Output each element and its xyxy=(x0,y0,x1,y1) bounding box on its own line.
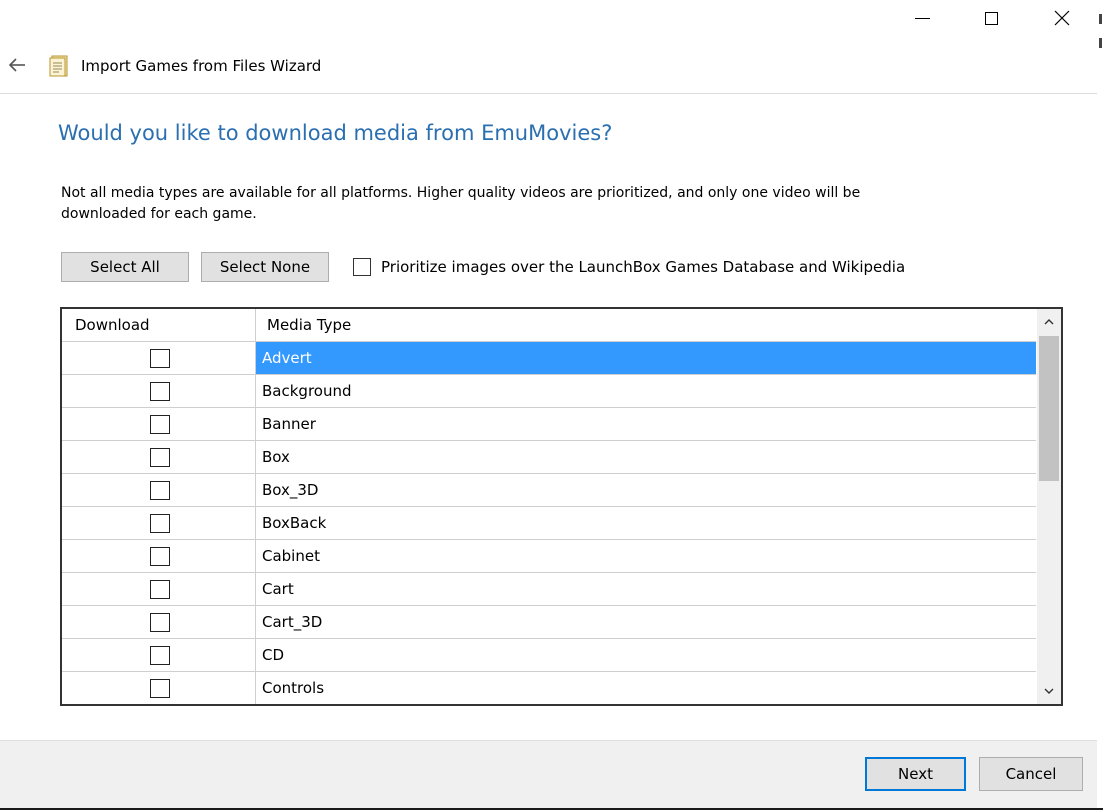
table-row[interactable]: Cart_3D xyxy=(62,606,1036,639)
select-all-button[interactable]: Select All xyxy=(61,252,189,282)
download-cell xyxy=(62,441,256,473)
prioritize-images-option[interactable]: Prioritize images over the LaunchBox Gam… xyxy=(353,258,905,276)
chevron-down-icon xyxy=(1044,688,1054,694)
download-cell xyxy=(62,606,256,638)
wizard-window: Import Games from Files Wizard Would you… xyxy=(0,0,1098,809)
download-cell xyxy=(62,540,256,572)
media-type-cell[interactable]: Box_3D xyxy=(256,474,1036,506)
table-row[interactable]: Advert xyxy=(62,342,1036,375)
download-checkbox[interactable] xyxy=(149,612,170,632)
table-row[interactable]: Controls xyxy=(62,672,1036,704)
download-checkbox[interactable] xyxy=(149,513,170,533)
download-cell xyxy=(62,672,256,704)
page-heading: Would you like to download media from Em… xyxy=(58,121,613,145)
download-cell xyxy=(62,639,256,671)
download-checkbox[interactable] xyxy=(149,579,170,599)
table-row[interactable]: Cart xyxy=(62,573,1036,606)
grid-header: Download Media Type xyxy=(62,309,1036,342)
minimize-button[interactable] xyxy=(899,0,945,36)
media-type-cell[interactable]: Box xyxy=(256,441,1036,473)
media-type-cell[interactable]: CD xyxy=(256,639,1036,671)
table-row[interactable]: Box xyxy=(62,441,1036,474)
next-button[interactable]: Next xyxy=(865,757,966,791)
back-button[interactable] xyxy=(6,55,28,75)
download-cell xyxy=(62,375,256,407)
media-type-grid: Download Media Type Advert Background Bann… xyxy=(60,307,1063,706)
media-type-cell[interactable]: Banner xyxy=(256,408,1036,440)
media-type-cell[interactable]: Background xyxy=(256,375,1036,407)
download-checkbox[interactable] xyxy=(149,645,170,665)
maximize-icon xyxy=(984,11,998,25)
media-type-cell[interactable]: Controls xyxy=(256,672,1036,704)
media-type-cell[interactable]: BoxBack xyxy=(256,507,1036,539)
download-cell xyxy=(62,342,256,374)
page-description: Not all media types are available for al… xyxy=(61,185,861,222)
prioritize-images-checkbox[interactable] xyxy=(353,258,371,276)
scroll-down-button[interactable] xyxy=(1037,678,1061,704)
minimize-icon xyxy=(914,18,930,19)
download-cell xyxy=(62,474,256,506)
column-header-media-type[interactable]: Media Type xyxy=(256,309,1036,341)
table-row[interactable]: Cabinet xyxy=(62,540,1036,573)
scrollbar-thumb[interactable] xyxy=(1039,336,1059,481)
close-icon xyxy=(1054,10,1070,26)
table-row[interactable]: Background xyxy=(62,375,1036,408)
media-type-cell[interactable]: Advert xyxy=(256,342,1036,374)
cancel-button[interactable]: Cancel xyxy=(979,757,1083,791)
window-title: Import Games from Files Wizard xyxy=(81,57,322,75)
grid-rows: Advert Background Banner Box Box_3D BoxBack Ca… xyxy=(62,342,1036,704)
background-mark xyxy=(1099,14,1102,24)
back-arrow-icon xyxy=(8,58,25,72)
download-cell xyxy=(62,507,256,539)
media-type-cell[interactable]: Cabinet xyxy=(256,540,1036,572)
download-cell xyxy=(62,573,256,605)
download-cell xyxy=(62,408,256,440)
column-header-download[interactable]: Download xyxy=(62,309,256,341)
download-checkbox[interactable] xyxy=(149,678,170,698)
maximize-button[interactable] xyxy=(968,0,1014,36)
chevron-up-icon xyxy=(1044,319,1054,325)
prioritize-images-label: Prioritize images over the LaunchBox Gam… xyxy=(381,258,906,276)
download-checkbox[interactable] xyxy=(149,414,170,434)
vertical-scrollbar[interactable] xyxy=(1037,309,1061,704)
media-type-cell[interactable]: Cart_3D xyxy=(256,606,1036,638)
select-none-button[interactable]: Select None xyxy=(201,252,329,282)
table-row[interactable]: BoxBack xyxy=(62,507,1036,540)
table-row[interactable]: Box_3D xyxy=(62,474,1036,507)
background-strip xyxy=(1097,0,1103,810)
table-row[interactable]: CD xyxy=(62,639,1036,672)
download-checkbox[interactable] xyxy=(149,480,170,500)
close-button[interactable] xyxy=(1039,0,1085,36)
download-checkbox[interactable] xyxy=(149,381,170,401)
document-icon xyxy=(47,54,71,78)
media-type-cell[interactable]: Cart xyxy=(256,573,1036,605)
scroll-up-button[interactable] xyxy=(1037,309,1061,335)
download-checkbox[interactable] xyxy=(149,546,170,566)
download-checkbox[interactable] xyxy=(149,447,170,467)
header-divider xyxy=(0,93,1097,94)
download-checkbox[interactable] xyxy=(149,348,170,368)
table-row[interactable]: Banner xyxy=(62,408,1036,441)
background-mark xyxy=(1099,38,1102,48)
